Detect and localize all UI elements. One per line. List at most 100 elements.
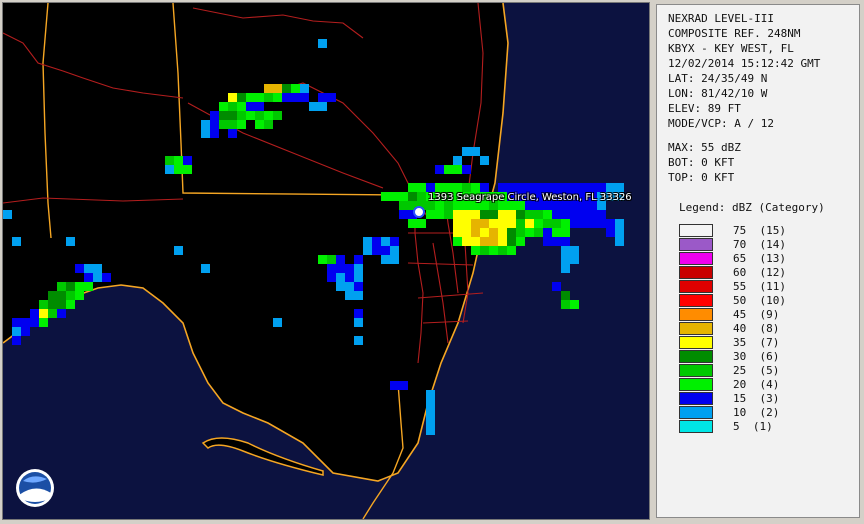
radar-echo-cell: [561, 183, 570, 192]
radar-echo-cell: [354, 282, 363, 291]
radar-echo-cell: [552, 210, 561, 219]
radar-echo-cell: [408, 183, 417, 192]
legend-label: 30 (6): [733, 350, 780, 363]
radar-echo-cell: [453, 228, 462, 237]
radar-echo-cell: [543, 183, 552, 192]
radar-echo-cell: [93, 264, 102, 273]
radar-echo-cell: [66, 237, 75, 246]
radar-echo-cell: [525, 210, 534, 219]
radar-echo-cell: [399, 201, 408, 210]
radar-echo-cell: [417, 183, 426, 192]
radar-echo-cell: [318, 255, 327, 264]
radar-echo-cell: [246, 102, 255, 111]
radar-echo-cell: [426, 426, 435, 435]
radar-echo-cell: [336, 255, 345, 264]
radar-echo-cell: [516, 210, 525, 219]
radar-echo-cell: [264, 93, 273, 102]
location-marker[interactable]: [413, 206, 425, 218]
radar-echo-cell: [84, 264, 93, 273]
radar-echo-cell: [462, 228, 471, 237]
legend-label: 10 (2): [733, 406, 780, 419]
radar-echo-cell: [3, 210, 12, 219]
legend-swatch: [679, 308, 713, 321]
radar-echo-cell: [615, 237, 624, 246]
radar-echo-cell: [201, 264, 210, 273]
legend-row: 5 (1): [679, 420, 859, 434]
radar-echo-cell: [318, 102, 327, 111]
radar-echo-cell: [489, 210, 498, 219]
radar-echo-cell: [201, 129, 210, 138]
radar-echo-cell: [561, 228, 570, 237]
radar-echo-cell: [507, 246, 516, 255]
product-type: COMPOSITE REF. 248NM: [668, 27, 801, 40]
radar-echo-cell: [75, 264, 84, 273]
radar-echo-cell: [543, 210, 552, 219]
legend-row: 70 (14): [679, 238, 859, 252]
station-lat: LAT: 24/35/49 N: [668, 72, 768, 85]
radar-echo-cell: [615, 228, 624, 237]
radar-echo-cell: [489, 219, 498, 228]
radar-echo-cell: [237, 93, 246, 102]
radar-echo-cell: [372, 237, 381, 246]
radar-echo-cell: [291, 84, 300, 93]
legend-label: 20 (4): [733, 378, 780, 391]
radar-echo-cell: [84, 273, 93, 282]
radar-echo-cell: [273, 111, 282, 120]
legend-swatch: [679, 224, 713, 237]
radar-echo-cell: [66, 300, 75, 309]
radar-echo-cell: [165, 156, 174, 165]
radar-echo-cell: [453, 219, 462, 228]
radar-echo-cell: [570, 183, 579, 192]
radar-echo-cell: [354, 273, 363, 282]
radar-echo-cell: [273, 318, 282, 327]
radar-echo-cell: [426, 408, 435, 417]
radar-echo-cell: [102, 273, 111, 282]
radar-echo-cell: [426, 210, 435, 219]
radar-echo-cell: [228, 93, 237, 102]
radar-echo-cell: [507, 210, 516, 219]
radar-echo-cell: [561, 291, 570, 300]
radar-echo-cell: [399, 210, 408, 219]
radar-echo-cell: [282, 84, 291, 93]
radar-echo-cell: [66, 291, 75, 300]
scan-datetime: 12/02/2014 15:12:42 GMT: [668, 57, 821, 70]
noaa-logo: [16, 469, 54, 507]
radar-echo-cell: [327, 273, 336, 282]
radar-window: 1393 Seagrape Circle, Weston, FL 33326 N…: [0, 0, 864, 524]
radar-echo-cell: [480, 228, 489, 237]
legend-row: 30 (6): [679, 350, 859, 364]
radar-echo-cell: [453, 165, 462, 174]
radar-echo-cell: [354, 255, 363, 264]
legend-swatch: [679, 350, 713, 363]
radar-echo-cell: [372, 246, 381, 255]
radar-echo-cell: [174, 165, 183, 174]
radar-echo-cell: [588, 210, 597, 219]
radar-echo-cell: [498, 183, 507, 192]
radar-echo-cell: [390, 237, 399, 246]
radar-echo-cell: [471, 210, 480, 219]
radar-echo-cell: [543, 237, 552, 246]
legend-label: 65 (13): [733, 252, 786, 265]
radar-echo-cell: [570, 219, 579, 228]
radar-map[interactable]: 1393 Seagrape Circle, Weston, FL 33326: [2, 2, 650, 520]
radar-echo-cell: [390, 246, 399, 255]
radar-echo-cell: [489, 237, 498, 246]
legend-swatch: [679, 322, 713, 335]
radar-echo-cell: [354, 336, 363, 345]
radar-echo-cell: [228, 120, 237, 129]
radar-echo-cell: [516, 219, 525, 228]
radar-echo-cell: [534, 228, 543, 237]
station-elev: ELEV: 89 FT: [668, 102, 741, 115]
legend-swatch: [679, 280, 713, 293]
radar-echo-cell: [570, 210, 579, 219]
radar-echo-cell: [75, 291, 84, 300]
radar-echo-cell: [435, 183, 444, 192]
radar-echo-cell: [453, 210, 462, 219]
radar-echo-cell: [255, 111, 264, 120]
station-name: KBYX - KEY WEST, FL: [668, 42, 794, 55]
radar-echo-cell: [57, 282, 66, 291]
radar-echo-cell: [579, 219, 588, 228]
legend-swatch: [679, 266, 713, 279]
radar-echo-cell: [273, 84, 282, 93]
radar-echo-cell: [264, 111, 273, 120]
